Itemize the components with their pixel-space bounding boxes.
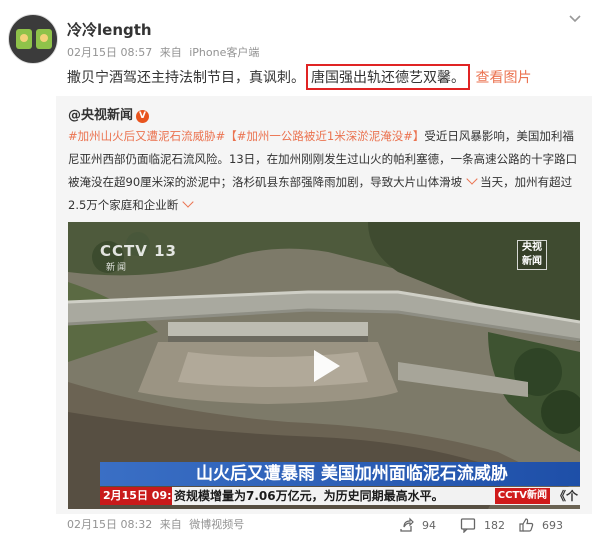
news-headline-banner: 山火后又遭暴雨 美国加州面临泥石流威胁 bbox=[100, 462, 580, 486]
view-image-link[interactable]: 查看图片 bbox=[475, 70, 531, 86]
repost-meta: 02月15日 08:32 来自 微博视频号 bbox=[67, 516, 248, 532]
news-ticker: 资规模增量为7.06万亿元，为历史同期最高水平。 CCTV新闻 《个 bbox=[172, 487, 580, 505]
hashtag-wildfire[interactable]: #加州山火后又遭泥石流威胁# bbox=[68, 129, 225, 143]
thumbs-up-icon bbox=[519, 518, 534, 532]
verified-icon: V bbox=[136, 110, 150, 123]
hashtag-highway[interactable]: 【#加州一公路被近1米深淤泥淹没#】 bbox=[225, 129, 424, 143]
ticker-logo: CCTV新闻 bbox=[494, 488, 550, 504]
comment-button[interactable]: 182 bbox=[460, 513, 505, 537]
repost-author[interactable]: @央视新闻 bbox=[68, 108, 133, 123]
like-count: 693 bbox=[542, 518, 563, 532]
repost-body: #加州山火后又遭泥石流威胁#【#加州一公路被近1米深淤泥淹没#】受近日风暴影响，… bbox=[68, 125, 580, 217]
post-meta: 02月15日 08:57 来自 iPhone客户端 bbox=[67, 44, 263, 60]
chevron-down-icon[interactable] bbox=[568, 12, 582, 26]
username[interactable]: 冷冷length bbox=[67, 19, 152, 40]
comment-icon bbox=[460, 518, 476, 533]
like-button[interactable]: 693 bbox=[518, 513, 563, 537]
channel-sub: 新闻 bbox=[106, 263, 129, 273]
cctv-news-badge: 央视新闻 bbox=[517, 240, 547, 270]
expand-icon[interactable] bbox=[466, 173, 478, 185]
avatar[interactable] bbox=[8, 14, 58, 64]
post-source[interactable]: iPhone客户端 bbox=[189, 46, 259, 59]
play-icon[interactable] bbox=[304, 346, 344, 386]
expand-more-icon[interactable] bbox=[182, 196, 194, 208]
share-icon bbox=[400, 517, 414, 532]
broadcast-date: 2月15日 09:38 bbox=[100, 487, 187, 505]
cctv13-logo: CCTV 13 新闻 bbox=[100, 242, 177, 273]
post-time[interactable]: 02月15日 08:57 bbox=[67, 46, 152, 59]
weibo-post: 冷冷length 02月15日 08:57 来自 iPhone客户端 撒贝宁酒驾… bbox=[0, 0, 592, 539]
repost-author-row: @央视新闻 V bbox=[68, 104, 150, 123]
video-player[interactable]: CCTV 13 新闻 央视新闻 山火后又遭暴雨 美国加州面临泥石流威胁 2月15… bbox=[68, 222, 580, 509]
source-prefix: 来自 bbox=[159, 46, 182, 59]
post-text: 撒贝宁酒驾还主持法制节目，真讽刺。 唐国强出轨还德艺双馨。 查看图片 bbox=[67, 64, 531, 90]
repost-button[interactable]: 94 bbox=[398, 513, 436, 537]
repost-source[interactable]: 微博视频号 bbox=[189, 518, 244, 531]
comment-count: 182 bbox=[484, 518, 505, 532]
channel-name: CCTV 13 bbox=[100, 242, 177, 260]
ticker-mark: 《个 bbox=[553, 489, 578, 503]
highlighted-text: 唐国强出轨还德艺双馨。 bbox=[306, 64, 470, 90]
repost-count: 94 bbox=[422, 518, 436, 532]
post-text-main: 撒贝宁酒驾还主持法制节目，真讽刺。 bbox=[67, 70, 305, 86]
ticker-text: 资规模增量为7.06万亿元，为历史同期最高水平。 bbox=[174, 489, 444, 503]
repost-card[interactable]: @央视新闻 V #加州山火后又遭泥石流威胁#【#加州一公路被近1米深淤泥淹没#】受… bbox=[56, 96, 592, 514]
repost-time[interactable]: 02月15日 08:32 bbox=[67, 518, 152, 531]
repost-source-prefix: 来自 bbox=[159, 518, 182, 531]
